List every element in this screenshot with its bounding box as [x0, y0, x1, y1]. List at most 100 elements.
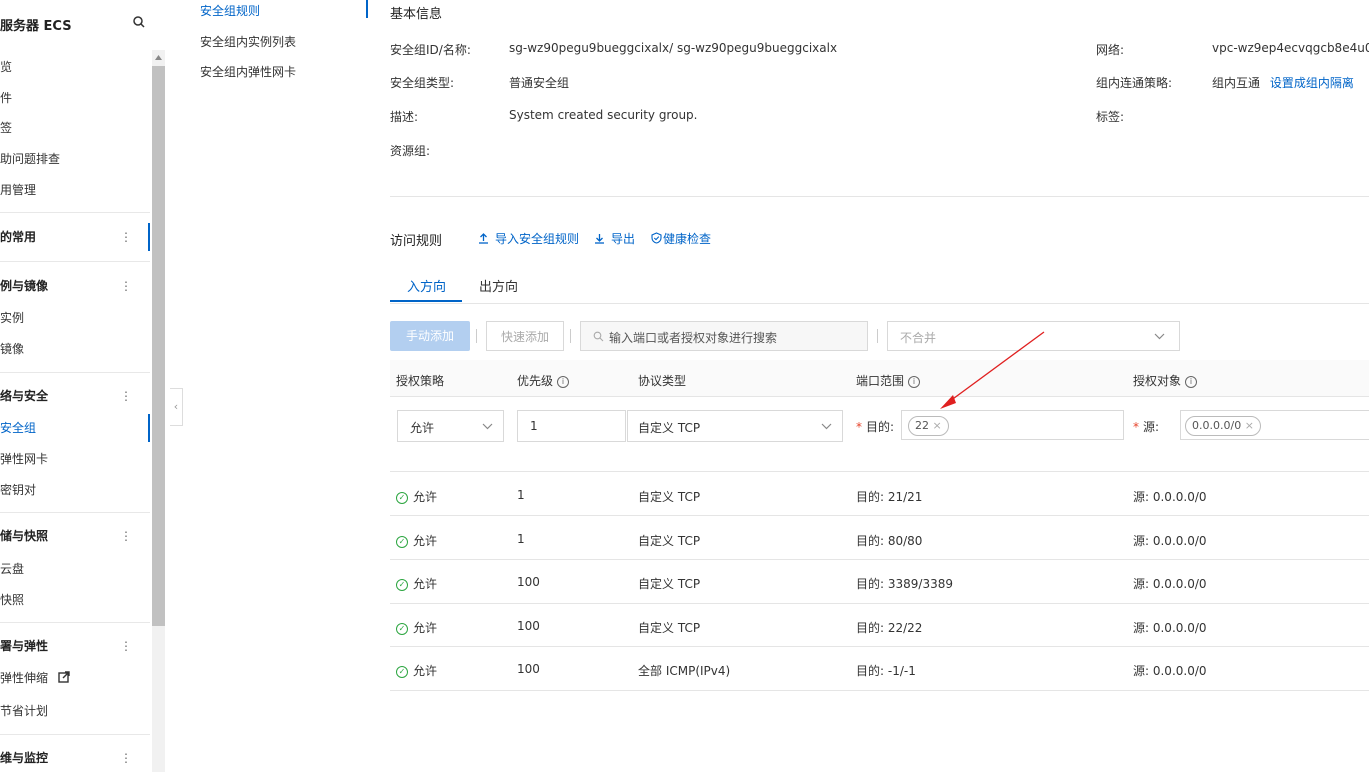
check-circle-icon: ✓ — [396, 578, 408, 591]
header-port: 端口范围 i — [856, 372, 921, 389]
more-icon[interactable]: ⋮ — [120, 230, 132, 244]
check-circle-icon: ✓ — [396, 665, 408, 678]
sidebar-title: 服务器 ECS — [0, 19, 72, 34]
row-priority: 100 — [517, 662, 540, 676]
value-intra-policy: 组内互通 设置成组内隔离 — [1212, 74, 1354, 91]
policy-value: 组内互通 — [1212, 76, 1261, 90]
check-circle-icon: ✓ — [396, 535, 408, 548]
priority-input[interactable]: 1 — [517, 410, 626, 442]
section-divider — [390, 196, 1369, 197]
subnav-eni[interactable]: 安全组内弹性网卡 — [200, 63, 296, 80]
port-range-input[interactable]: 22 × — [901, 410, 1124, 440]
row-protocol: 自定义 TCP — [638, 490, 701, 504]
left-sidebar: 服务器 ECS 览 件 签 助问题排查 用管理 的常用 ⋮ 例与镜像 ⋮ 实例 … — [0, 0, 152, 772]
import-rules-label: 导入安全组规则 — [495, 232, 580, 246]
sidebar-item-snapshots[interactable]: 快照 — [0, 586, 150, 614]
table-divider — [390, 396, 1369, 397]
import-rules-button[interactable]: 导入安全组规则 — [478, 230, 579, 247]
protocol-select[interactable]: 自定义 TCP — [627, 410, 843, 442]
annotation-arrow — [940, 331, 1045, 409]
set-isolation-link[interactable]: 设置成组内隔离 — [1270, 76, 1354, 90]
chevron-down-icon — [482, 423, 493, 430]
export-button[interactable]: 导出 — [594, 230, 635, 247]
scroll-up-arrow-icon[interactable] — [154, 54, 163, 62]
row-divider — [390, 559, 1369, 560]
remove-tag-icon[interactable]: × — [1245, 419, 1254, 432]
toolbar-separator — [476, 329, 477, 343]
policy-select[interactable]: 允许 — [397, 410, 504, 442]
tab-inbound[interactable]: 入方向 — [407, 276, 446, 295]
value-description: System created security group. — [509, 108, 698, 122]
row-policy: ✓ 允许 — [396, 488, 437, 505]
row-port: 目的: 21/21 — [856, 490, 923, 504]
sidebar-divider — [0, 622, 150, 623]
info-icon[interactable]: i — [908, 375, 921, 388]
sidebar-indicator — [148, 223, 150, 251]
sidebar-item-overview[interactable]: 览 — [0, 53, 150, 81]
health-check-button[interactable]: 健康检查 — [651, 230, 711, 247]
subnav-instances[interactable]: 安全组内实例列表 — [200, 33, 296, 50]
sidebar-item-disks[interactable]: 云盘 — [0, 555, 150, 583]
sidebar-divider — [0, 372, 150, 373]
sidebar-item-savings-plan[interactable]: 节省计划 — [0, 697, 150, 725]
sidebar-item-autoscaling[interactable]: 弹性伸缩 — [0, 664, 150, 692]
more-icon[interactable]: ⋮ — [120, 751, 132, 765]
subnav-rules[interactable]: 安全组规则 — [200, 2, 260, 19]
label-tags: 标签: — [1096, 110, 1125, 124]
sidebar-active-indicator — [148, 414, 150, 442]
header-priority: 优先级 i — [517, 372, 570, 389]
sidebar-item-images[interactable]: 镜像 — [0, 335, 150, 363]
sidebar-item-keypairs[interactable]: 密钥对 — [0, 476, 150, 504]
row-policy: ✓ 允许 — [396, 575, 437, 592]
quick-add-button[interactable]: 快速添加 — [486, 321, 564, 351]
sidebar-item-instances[interactable]: 实例 — [0, 304, 150, 332]
more-icon[interactable]: ⋮ — [120, 389, 132, 403]
export-label: 导出 — [611, 232, 636, 246]
port-tag[interactable]: 22 × — [908, 416, 949, 436]
label-intra-policy: 组内连通策略: — [1096, 76, 1173, 90]
tab-outbound[interactable]: 出方向 — [479, 276, 518, 295]
rule-search-input[interactable]: 输入端口或者授权对象进行搜索 — [580, 321, 868, 351]
chevron-down-icon — [821, 423, 832, 430]
section-title-basic-info: 基本信息 — [390, 7, 443, 22]
section-title-access-rules: 访问规则 — [390, 234, 443, 249]
search-icon[interactable] — [132, 15, 146, 29]
health-check-label: 健康检查 — [663, 232, 712, 246]
row-port: 目的: 22/22 — [856, 621, 923, 635]
row-priority: 1 — [517, 488, 525, 502]
sidebar-item-tags[interactable]: 签 — [0, 114, 150, 142]
collapse-sidebar-button[interactable]: ‹ — [170, 388, 183, 426]
more-icon[interactable]: ⋮ — [120, 279, 132, 293]
value-security-group-id: sg-wz90pegu9bueggcixalx/ sg-wz90pegu9bue… — [509, 41, 838, 55]
row-protocol: 自定义 TCP — [638, 577, 701, 591]
info-icon[interactable]: i — [1185, 375, 1198, 388]
sidebar-item-security-group[interactable]: 安全组 — [0, 414, 150, 442]
tab-active-indicator — [390, 300, 462, 302]
header-policy: 授权策略 — [396, 374, 445, 388]
row-divider — [390, 515, 1369, 516]
source-tag[interactable]: 0.0.0.0/0 × — [1185, 416, 1261, 436]
sidebar-item-app-management[interactable]: 用管理 — [0, 176, 150, 204]
row-source: 源: 0.0.0.0/0 — [1133, 664, 1207, 678]
value-group-type: 普通安全组 — [509, 76, 570, 90]
manual-add-button[interactable]: 手动添加 — [390, 321, 470, 351]
sidebar-item-events[interactable]: 件 — [0, 84, 150, 112]
info-icon[interactable]: i — [557, 375, 570, 388]
row-port: 目的: 80/80 — [856, 534, 923, 548]
more-icon[interactable]: ⋮ — [120, 639, 132, 653]
row-source: 源: 0.0.0.0/0 — [1133, 577, 1207, 591]
table-divider — [390, 471, 1369, 472]
row-port: 目的: 3389/3389 — [856, 577, 953, 591]
protocol-value: 自定义 TCP — [638, 421, 701, 435]
row-policy: ✓ 允许 — [396, 532, 437, 549]
sidebar-item-troubleshoot[interactable]: 助问题排查 — [0, 145, 150, 173]
source-input[interactable]: 0.0.0.0/0 × — [1180, 410, 1369, 440]
sidebar-item-eni[interactable]: 弹性网卡 — [0, 445, 150, 473]
row-protocol: 自定义 TCP — [638, 534, 701, 548]
more-icon[interactable]: ⋮ — [120, 529, 132, 543]
toolbar-separator — [570, 329, 571, 343]
row-port: 目的: -1/-1 — [856, 664, 916, 678]
remove-tag-icon[interactable]: × — [933, 419, 942, 432]
row-divider — [390, 603, 1369, 604]
sidebar-scroll-thumb[interactable] — [152, 66, 165, 626]
